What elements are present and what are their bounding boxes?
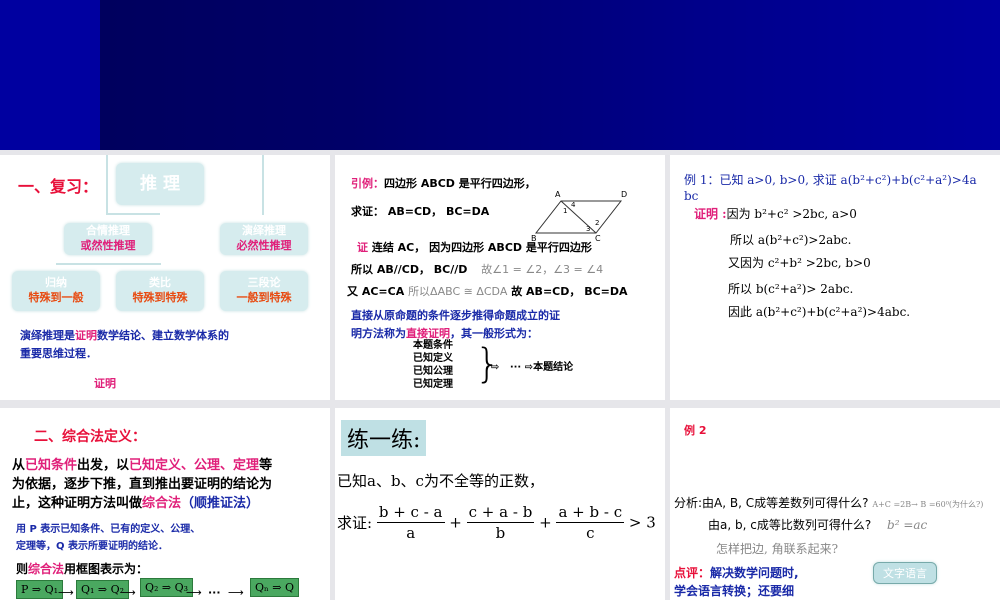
connector [106, 155, 108, 215]
flow-dots: ··· [208, 586, 221, 599]
svg-text:C: C [595, 234, 601, 243]
slide-example[interactable]: 引例：四边形 ABCD 是平行四边形， 求证： AB=CD， BC=DA AD … [335, 155, 665, 400]
line2: 求证： AB=CD， BC=DA [351, 205, 490, 218]
root-node: 推 理 [116, 163, 204, 205]
comment1: 点评：解决数学问题时, [674, 566, 799, 580]
prove-line: 求证: b + c - aa + c + a - bb + a + b - cc… [337, 503, 656, 542]
proof-label: 证 [357, 241, 368, 254]
fraction: a + b - cc [556, 503, 625, 542]
slide-example2[interactable]: 例 2 分析:由A, B, C成等差数列可得什么? A+C =2B→ B =60… [670, 408, 1000, 600]
problem-line1: 例 1：已知 a>0, b>0, 求证 a(b²+c²)+b(c²+a²)>4a [684, 173, 977, 187]
step2: 所以 a(b²+c²)>2abc. [730, 233, 852, 247]
heading: 二、综合法定义： [34, 429, 146, 445]
para-line4: 则综合法用框图表示为： [16, 562, 149, 576]
fraction: b + c - aa [376, 503, 445, 542]
slide-review[interactable]: 一、复习： 推 理 合情推理 或然性推理 演绎推理 必然性推理 归纳 特殊到一般 类比… [0, 155, 330, 400]
label: 引例： [351, 177, 384, 190]
leaf-induction: 归纳 特殊到一般 [12, 271, 100, 311]
step1: 因为 b²+c² >2bc, a>0 [726, 207, 857, 221]
proof2b: 故∠1 = ∠2，∠3 = ∠4 [481, 263, 604, 276]
arrow-icon: ⟶ [120, 586, 136, 599]
connector [56, 263, 161, 265]
line1: 四边形 ABCD 是平行四边形， [384, 177, 536, 190]
note2: 定理等，Q 表示所要证明的结论． [16, 541, 168, 552]
analysis1: 分析:由A, B, C成等差数列可得什么? A+C =2B→ B =60⁰(为什… [674, 496, 984, 510]
para-line2: 为依据，逐步下推，直到推出要证明的结论为 [12, 477, 273, 492]
slide-synthesis[interactable]: 二、综合法定义： 从已知条件出发，以已知定义、公理、定理等 为依据，逐步下推，直… [0, 408, 330, 600]
para-line3: 止，这种证明方法叫做综合法（顺推证法） [12, 496, 260, 511]
arrow-icon: ⟶ [186, 586, 202, 599]
proof-label: 证明 : [694, 207, 727, 221]
conditions-list: 本题条件 已知定义 已知公理 已知定理 [413, 340, 453, 390]
flow-box: Qₙ ⇒ Q [250, 578, 300, 597]
heading: 一、复习： [18, 177, 99, 196]
svg-text:D: D [621, 190, 627, 199]
text-language-box: 文字语言 [873, 562, 937, 584]
parallelogram-figure: AD BC 14 32 [531, 190, 627, 243]
conclusion-flow: ⇨ ··· ⇨本题结论 [491, 362, 574, 373]
note1: 用 P 表示已知条件、已有的定义、公理、 [16, 524, 201, 535]
analysis3: 怎样把边, 角联系起来? [716, 542, 839, 556]
leaf-syllogism: 三段论 一般到特殊 [220, 271, 308, 311]
proof1: 连结 AC， 因为四边形 ABCD 是平行四边形 [371, 241, 592, 254]
slide-example1[interactable]: 例 1：已知 a>0, b>0, 求证 a(b²+c²)+b(c²+a²)>4a… [670, 155, 1000, 400]
given-line: 已知a、b、c为不全等的正数， [337, 472, 544, 490]
proof2: 所以 AB//CD， BC//D [351, 263, 468, 276]
step3: 又因为 c²+b² >2bc, b>0 [728, 256, 871, 270]
desc1: 直接从原命题的条件逐步推得命题成立的证 [351, 309, 560, 322]
problem-line2: bc [684, 189, 699, 203]
svg-text:3: 3 [586, 225, 590, 233]
svg-text:2: 2 [595, 219, 599, 227]
arrow-icon: ⟶ [58, 586, 74, 599]
footer-text: 证明 [94, 377, 116, 390]
slide-practice[interactable]: 练一练: 已知a、b、c为不全等的正数， 求证: b + c - aa + c … [335, 408, 665, 600]
practice-title: 练一练: [341, 420, 427, 456]
step5: 因此 a(b²+c²)+b(c²+a²)>4abc. [728, 305, 911, 319]
svg-text:4: 4 [571, 201, 576, 209]
proof3b: 所以ΔABC ≅ ΔCDA [408, 285, 508, 298]
connector [262, 155, 264, 215]
leaf-analogy: 类比 特殊到特殊 [116, 271, 204, 311]
svg-text:A: A [555, 190, 561, 199]
comment2: 学会语言转换；还要细 [674, 584, 795, 598]
desc-line2: 重要思维过程． [20, 347, 97, 360]
analysis2: 由a, b, c成等比数列可得什么? b² =ac [708, 518, 928, 532]
arrow-icon: ⟶ [228, 586, 244, 599]
step4: 所以 b(c²+a²)> 2abc. [728, 282, 854, 296]
node-deductive: 演绎推理 必然性推理 [220, 223, 308, 255]
connector [106, 213, 160, 215]
fraction: c + a - bb [466, 503, 535, 542]
para-line1: 从已知条件出发，以已知定义、公理、定理等 [12, 458, 273, 473]
desc-line1: 演绎推理是证明数学结论、建立数学体系的 [20, 329, 229, 342]
example-title: 例 2 [684, 424, 707, 437]
node-plausible: 合情推理 或然性推理 [64, 223, 152, 255]
proof3c: 故 AB=CD， BC=DA [511, 285, 628, 298]
flow-box: P ⇒ Q₁ [16, 580, 64, 599]
title-banner [0, 0, 1000, 150]
svg-text:1: 1 [563, 207, 567, 215]
proof3: 又 AC=CA [347, 285, 405, 298]
